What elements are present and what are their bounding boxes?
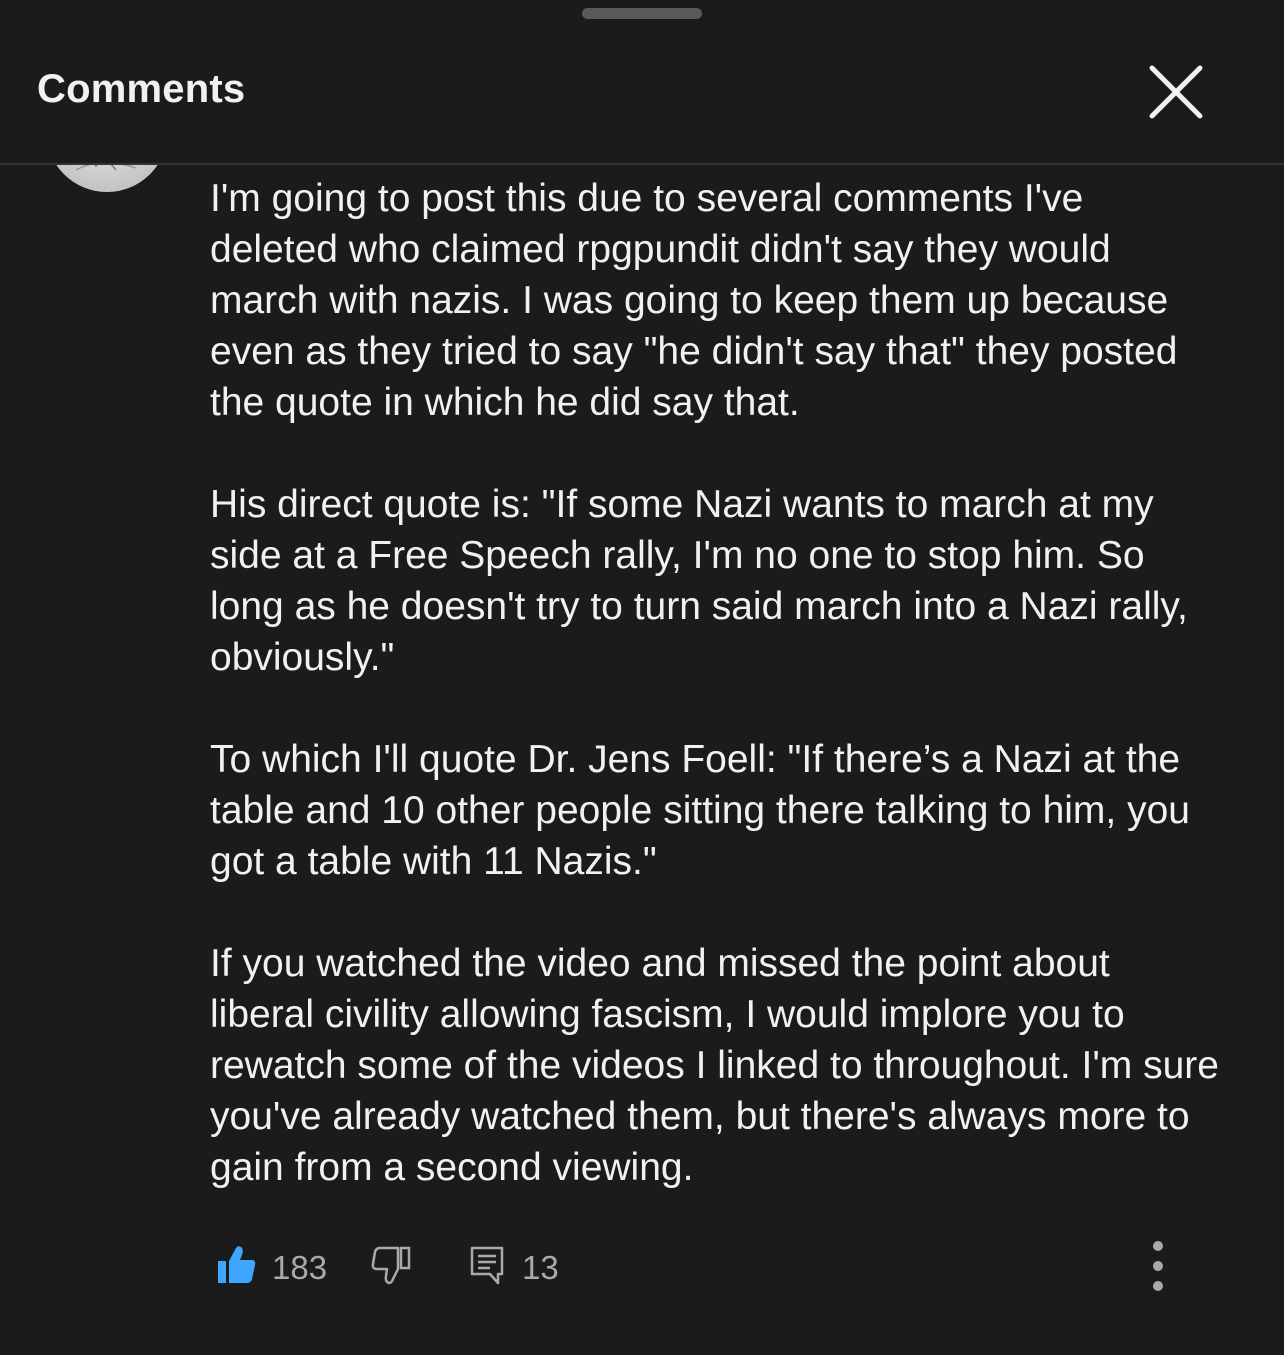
more-options-button[interactable] (1134, 1236, 1182, 1300)
reply-count: 13 (522, 1249, 559, 1286)
comment-actions: 183 13 (210, 1240, 1210, 1296)
comments-sheet: Comments I'm going to post this due to s… (0, 0, 1284, 1355)
close-button[interactable] (1140, 56, 1212, 128)
close-icon (1149, 65, 1203, 119)
thumbs-up-icon (218, 1246, 256, 1283)
like-button[interactable] (216, 1244, 258, 1291)
more-vertical-icon (1153, 1241, 1163, 1291)
dislike-button[interactable] (370, 1244, 412, 1291)
thumbs-down-icon (371, 1246, 411, 1285)
reply-button[interactable] (468, 1244, 510, 1291)
page-title: Comments (37, 67, 246, 111)
drag-handle[interactable] (582, 8, 702, 19)
comment-paragraph: To which I'll quote Dr. Jens Foell: "If … (210, 738, 1190, 883)
comment-paragraph: I'm going to post this due to several co… (210, 177, 1178, 424)
comment-text: I'm going to post this due to several co… (210, 173, 1220, 1193)
comment-paragraph: If you watched the video and missed the … (210, 942, 1219, 1189)
comment-paragraph: His direct quote is: "If some Nazi wants… (210, 483, 1188, 679)
reply-icon (470, 1246, 504, 1285)
like-count: 183 (272, 1249, 328, 1286)
comments-header: Comments (0, 0, 1284, 165)
